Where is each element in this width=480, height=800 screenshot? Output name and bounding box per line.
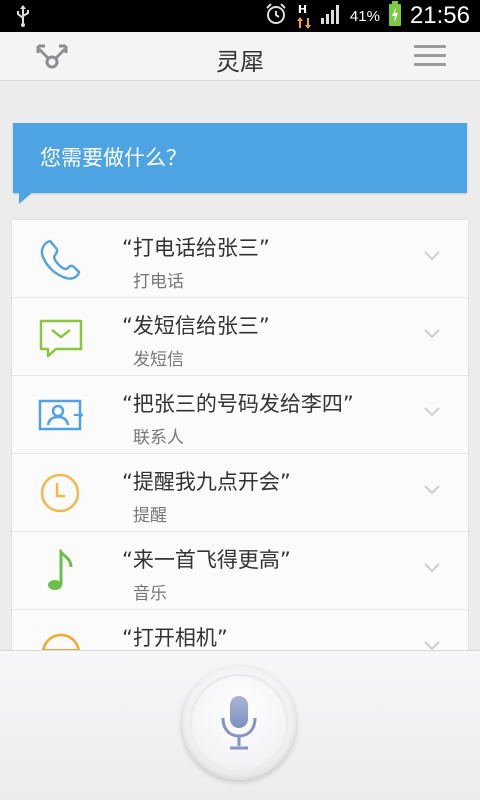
data-arrows-icon: H <box>296 3 312 29</box>
microphone-icon <box>221 696 257 750</box>
chevron-down-icon[interactable] <box>424 407 440 417</box>
menu-button[interactable] <box>414 44 446 68</box>
command-category: 音乐 <box>133 584 167 604</box>
list-item[interactable]: “发短信给张三” 发短信 <box>12 298 468 376</box>
list-item[interactable]: “把张三的号码发给李四” 联系人 <box>12 376 468 454</box>
chevron-down-icon[interactable] <box>424 485 440 495</box>
list-item[interactable]: “提醒我九点开会” 提醒 <box>12 454 468 532</box>
message-icon <box>39 319 83 358</box>
command-list[interactable]: “打电话给张三” 打电话 “发短信给张三” 发短信 “把张三的号码发给李四” 联… <box>12 220 468 660</box>
command-example: “打开相机” <box>122 626 228 650</box>
usb-icon <box>14 4 32 32</box>
bubble-tail <box>19 192 33 204</box>
chevron-down-icon[interactable] <box>424 563 440 573</box>
battery-percent: 41% <box>349 7 380 25</box>
command-category: 提醒 <box>133 506 167 526</box>
status-bar: H 41% 21:56 <box>0 0 480 32</box>
page-title: 灵犀 <box>216 48 264 76</box>
command-category: 发短信 <box>133 350 184 370</box>
prompt-bubble: 您需要做什么？ <box>13 123 467 193</box>
command-example: “发短信给张三” <box>122 314 270 338</box>
app-header: 灵犀 <box>0 32 480 81</box>
chevron-down-icon[interactable] <box>424 329 440 339</box>
list-item[interactable]: “打电话给张三” 打电话 <box>12 220 468 298</box>
battery-charging-icon <box>388 1 402 31</box>
phone-icon <box>40 239 81 280</box>
command-example: “把张三的号码发给李四” <box>122 392 354 416</box>
music-note-icon <box>48 549 73 590</box>
network-type-label: H <box>297 3 308 16</box>
command-example: “提醒我九点开会” <box>122 470 291 494</box>
command-example: “来一首飞得更高” <box>122 548 291 572</box>
contact-card-icon <box>38 399 84 431</box>
command-category: 打电话 <box>133 272 184 292</box>
alarm-icon <box>264 2 288 30</box>
signal-icon <box>320 4 342 28</box>
list-item[interactable]: “来一首飞得更高” 音乐 <box>12 532 468 610</box>
command-category: 联系人 <box>133 428 184 448</box>
microphone-button[interactable] <box>182 666 296 780</box>
status-time: 21:56 <box>409 2 470 29</box>
command-example: “打电话给张三” <box>122 236 270 260</box>
chevron-down-icon[interactable] <box>424 251 440 261</box>
menu-icon <box>414 45 446 48</box>
clock-icon <box>40 473 80 513</box>
